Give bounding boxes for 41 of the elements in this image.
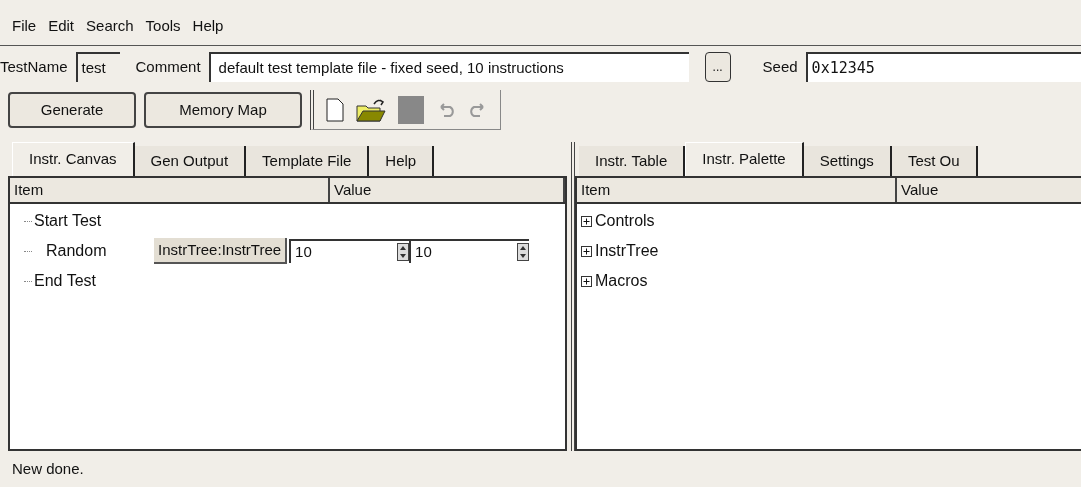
column-header[interactable]: Item: [10, 178, 330, 202]
tab[interactable]: Instr. Canvas: [12, 142, 135, 176]
tree-item[interactable]: Start Test: [34, 209, 102, 233]
menu-item[interactable]: Tools: [145, 15, 181, 38]
spin-field[interactable]: 10: [409, 239, 530, 263]
field-label: Seed: [762, 56, 798, 77]
browse-button[interactable]: ...: [704, 52, 731, 82]
menu-item[interactable]: File: [12, 15, 37, 38]
menu-item[interactable]: Search: [86, 15, 134, 38]
tab[interactable]: Settings: [803, 146, 892, 176]
tab[interactable]: Gen Output: [134, 146, 247, 176]
spinner-arrows-icon: [397, 243, 410, 261]
column-header[interactable]: Value: [330, 178, 565, 202]
spinner-arrows-icon: [517, 243, 530, 261]
status-text: New done.: [12, 458, 84, 479]
spin-field[interactable]: 10: [289, 239, 410, 263]
tab[interactable]: Test Ou: [891, 146, 978, 176]
tab[interactable]: Instr. Palette: [685, 142, 804, 176]
seed-field[interactable]: 0x12345: [805, 52, 1081, 82]
menu-item[interactable]: Help: [192, 15, 224, 38]
tree-item[interactable]: Macros: [595, 269, 648, 293]
open-folder-icon: [356, 96, 386, 123]
tree-item[interactable]: InstrTree: [595, 239, 659, 263]
tab[interactable]: Template File: [246, 146, 370, 176]
tree-item[interactable]: End Test: [34, 269, 96, 293]
menu-item[interactable]: Edit: [48, 15, 75, 38]
column-header[interactable]: Item: [577, 178, 897, 202]
instr-tree-button[interactable]: InstrTree:InstrTree: [154, 238, 288, 264]
new-file-icon: [326, 97, 344, 122]
comment-field[interactable]: default test template file - fixed seed, 10 instructions: [208, 52, 689, 82]
tree-item[interactable]: Random: [46, 239, 154, 263]
field-label: Comment: [135, 56, 201, 77]
tab[interactable]: Help: [369, 146, 435, 176]
column-header[interactable]: Value: [897, 178, 1081, 202]
testname-field[interactable]: test: [75, 52, 120, 82]
tree-item[interactable]: Controls: [595, 209, 655, 233]
toolbar-button[interactable]: Memory Map: [144, 92, 302, 128]
save-icon: [398, 95, 424, 124]
field-label: TestName: [0, 56, 68, 77]
tab[interactable]: Instr. Table: [579, 146, 686, 176]
toolbar-button[interactable]: Generate: [8, 92, 136, 128]
